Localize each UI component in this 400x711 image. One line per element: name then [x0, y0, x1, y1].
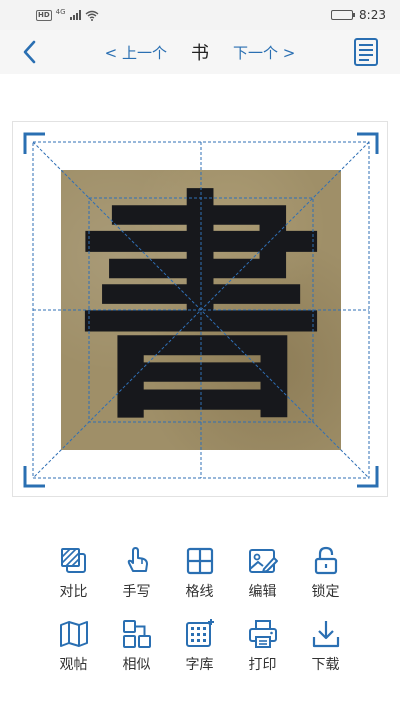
status-bar: HD 4G 8:23 — [0, 0, 400, 30]
clock: 8:23 — [359, 8, 386, 22]
view-rubbing-button[interactable]: 观帖 — [42, 618, 105, 674]
calligraphy-character: 書 — [74, 170, 327, 450]
download-icon — [312, 621, 339, 648]
network-type: 4G — [55, 8, 66, 16]
edit-button[interactable]: 编辑 — [231, 545, 294, 601]
print-button[interactable]: 打印 — [231, 618, 294, 674]
compare-label: 对比 — [59, 584, 88, 600]
download-button[interactable]: 下载 — [294, 618, 357, 674]
hd-badge: HD — [36, 9, 52, 21]
lock-label: 锁定 — [311, 584, 340, 600]
font-library-label: 字库 — [185, 657, 214, 673]
calligraphy-image: 書 — [61, 170, 341, 450]
compare-button[interactable]: 对比 — [42, 545, 105, 601]
grid-lines-label: 格线 — [185, 584, 214, 600]
nav-bar: < 上一个 书 下一个 > — [0, 30, 400, 74]
page-title: 书 — [191, 43, 209, 64]
book-list-icon — [354, 38, 378, 66]
corner-handle-top-right — [357, 132, 379, 154]
prev-character-link[interactable]: < 上一个 — [105, 42, 167, 63]
unlock-icon — [314, 546, 337, 575]
signal-icon — [69, 10, 81, 20]
font-library-icon — [185, 619, 214, 647]
compare-icon — [60, 548, 86, 573]
similar-icon — [122, 620, 151, 648]
edit-image-icon — [248, 549, 278, 573]
lock-button[interactable]: 锁定 — [294, 545, 357, 601]
next-character-link[interactable]: 下一个 > — [233, 42, 295, 63]
map-view-icon — [59, 621, 88, 647]
print-label: 打印 — [248, 657, 277, 673]
tool-grid: 对比 手写 格线 编辑 锁定 观帖 相似 字库 打印 下载 — [42, 545, 358, 674]
character-list-button[interactable] — [352, 36, 380, 68]
corner-handle-bottom-left — [23, 466, 45, 488]
nav-center: < 上一个 书 下一个 > — [0, 30, 400, 74]
view-rubbing-label: 观帖 — [59, 657, 88, 673]
similar-label: 相似 — [122, 657, 151, 673]
corner-handle-bottom-right — [357, 466, 379, 488]
grid-lines-icon — [186, 547, 213, 575]
font-library-button[interactable]: 字库 — [168, 618, 231, 674]
print-icon — [248, 620, 277, 648]
wifi-icon — [85, 10, 99, 21]
battery-icon — [331, 10, 356, 20]
edit-label: 编辑 — [248, 584, 277, 600]
download-label: 下载 — [311, 657, 340, 673]
status-left: HD 4G — [36, 8, 99, 21]
grid-lines-button[interactable]: 格线 — [168, 545, 231, 601]
similar-button[interactable]: 相似 — [105, 618, 168, 674]
handwrite-icon — [127, 547, 148, 572]
character-preview[interactable]: 書 — [12, 121, 388, 497]
status-right: 8:23 — [331, 8, 386, 22]
handwrite-button[interactable]: 手写 — [105, 545, 168, 601]
handwrite-label: 手写 — [122, 584, 151, 600]
corner-handle-top-left — [23, 132, 45, 154]
